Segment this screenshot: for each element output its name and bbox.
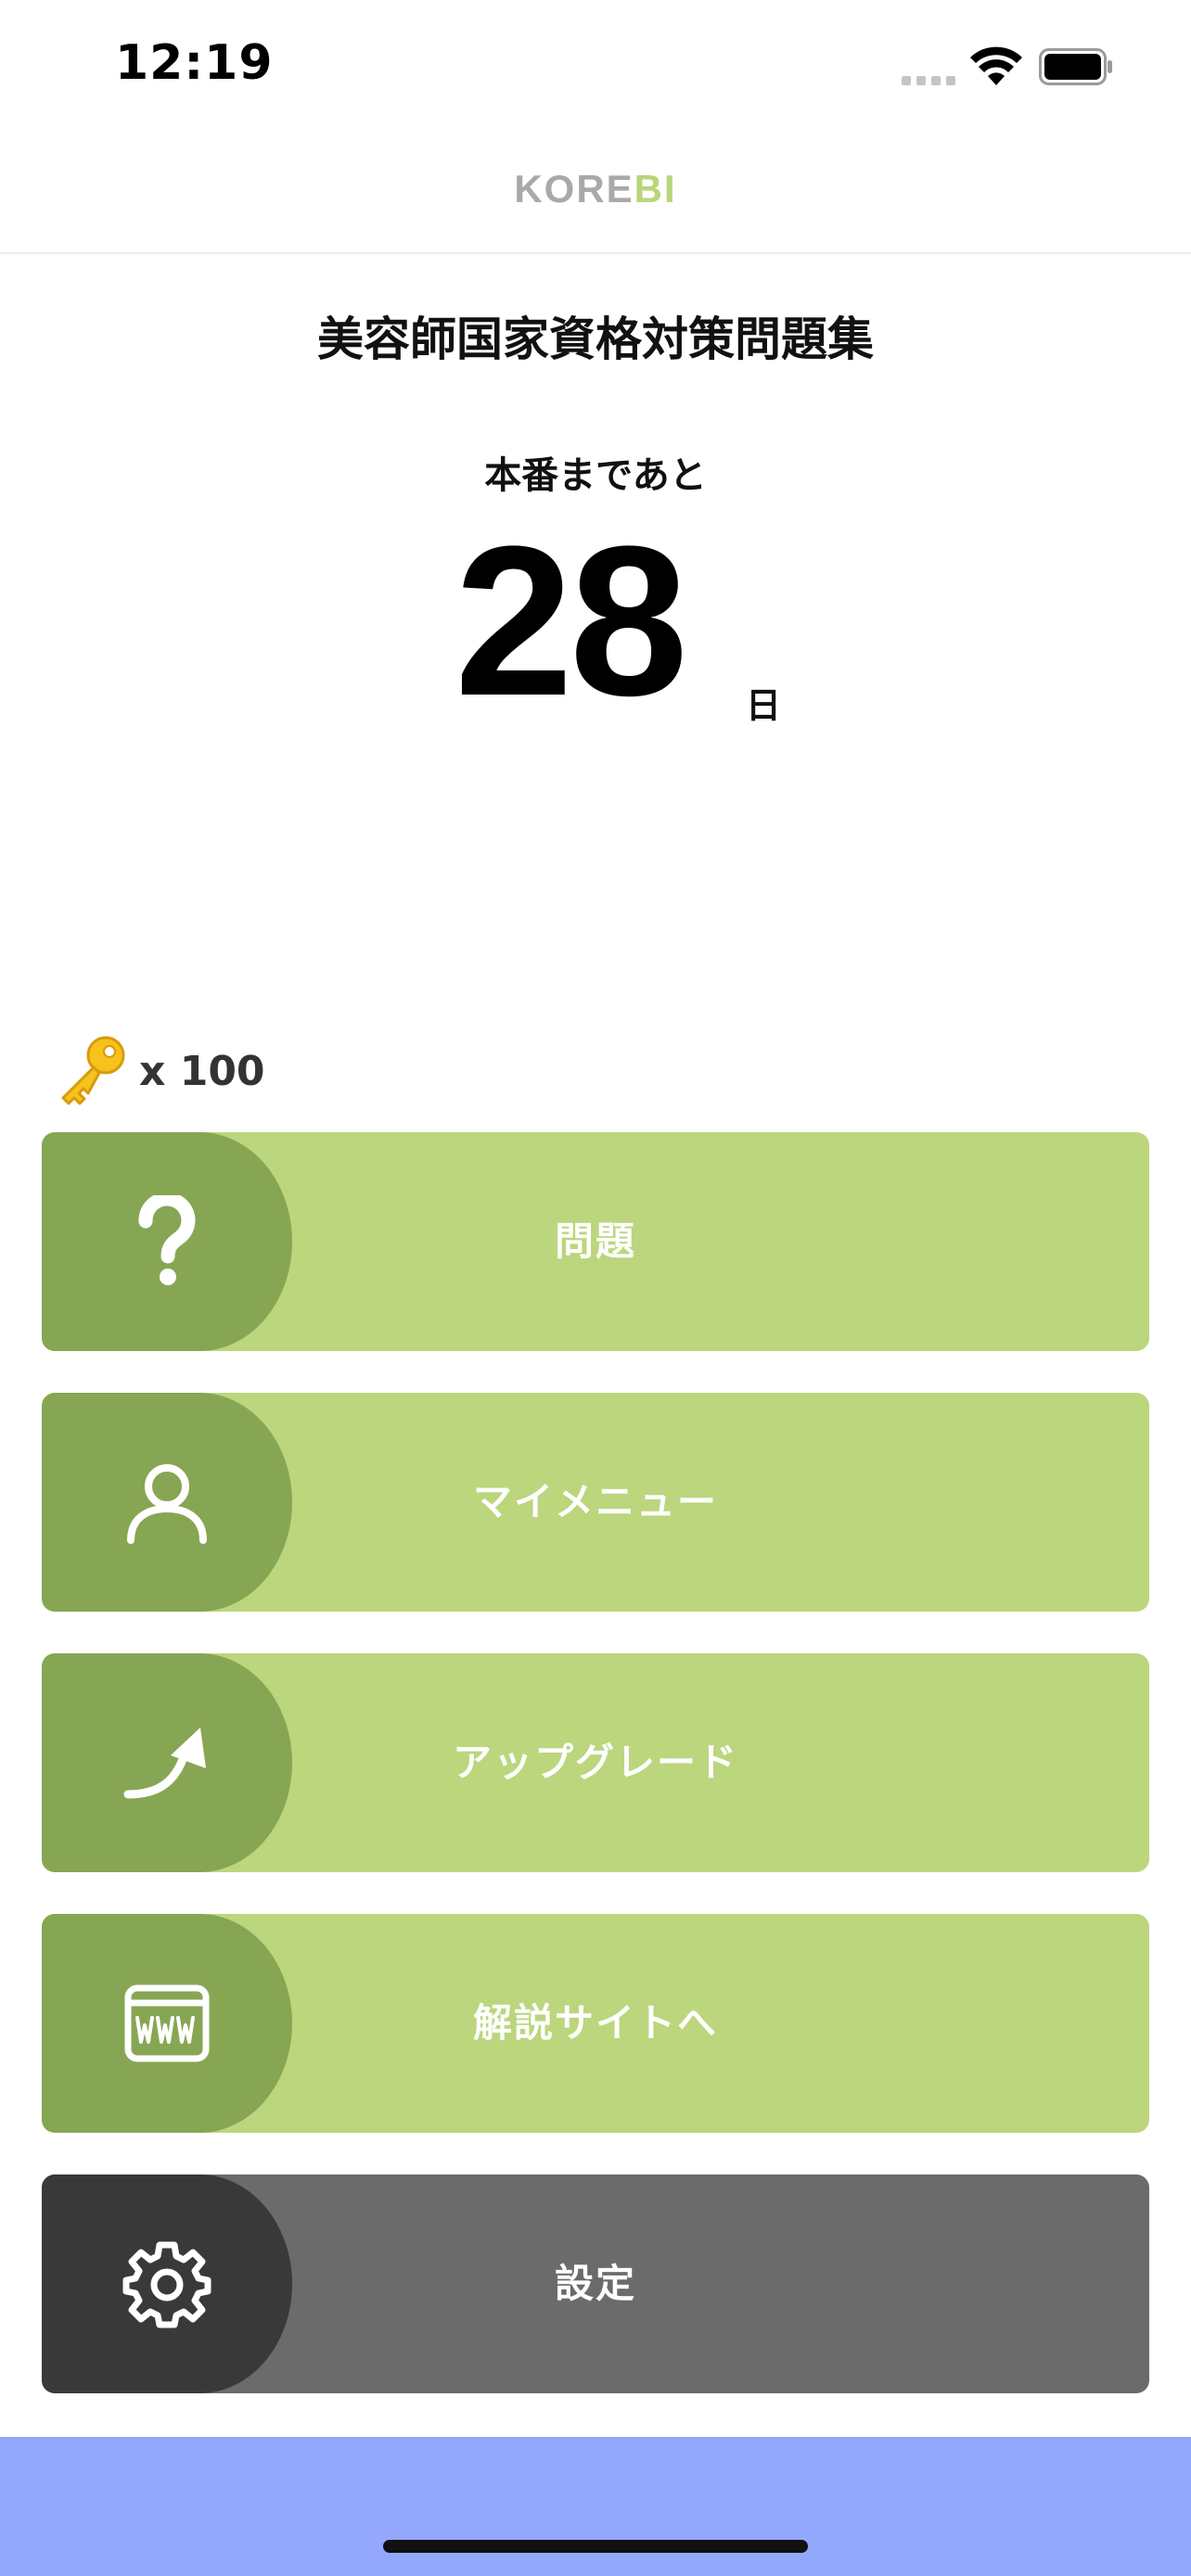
question-icon: [138, 1195, 196, 1285]
home-indicator: [383, 2540, 808, 2553]
key-icon: [61, 1036, 125, 1105]
wifi-icon: [970, 46, 1022, 85]
questions-button[interactable]: 問題: [42, 1132, 1149, 1351]
curved-arrow-icon: [123, 1728, 206, 1799]
my-menu-button-icon-area: [42, 1393, 292, 1612]
settings-button[interactable]: 設定: [42, 2174, 1149, 2393]
upgrade-button-icon-area: [42, 1653, 292, 1872]
logo-text-bi: BI: [634, 167, 677, 210]
www-icon: [124, 1984, 210, 2062]
days-unit: 日: [746, 685, 782, 726]
cellular-signal-icon: [902, 76, 957, 85]
countdown-label: 本番まであと: [484, 454, 707, 497]
status-bar: 12:19: [0, 0, 1191, 130]
days-remaining: 28: [455, 502, 688, 740]
settings-button-icon-area: [42, 2174, 292, 2393]
gear-icon: [122, 2241, 211, 2328]
logo-text-kore: KORE: [514, 167, 634, 210]
key-count: x 100: [139, 1047, 265, 1095]
my-menu-button[interactable]: マイメニュー: [42, 1393, 1149, 1612]
key-balance: x 100: [54, 1029, 265, 1113]
app-logo: KOREBI: [0, 167, 1191, 211]
page-title: 美容師国家資格対策問題集: [317, 312, 874, 366]
bottom-banner-area: [0, 2437, 1191, 2576]
explanation-site-button[interactable]: 解説サイトへ: [42, 1914, 1149, 2133]
nav-header: KOREBI: [0, 130, 1191, 254]
person-icon: [127, 1464, 207, 1544]
battery-icon: [1039, 48, 1112, 85]
upgrade-button[interactable]: アップグレード: [42, 1653, 1149, 1872]
status-time: 12:19: [115, 35, 274, 91]
questions-button-icon-area: [42, 1132, 292, 1351]
explanation-site-button-icon-area: [42, 1914, 292, 2133]
